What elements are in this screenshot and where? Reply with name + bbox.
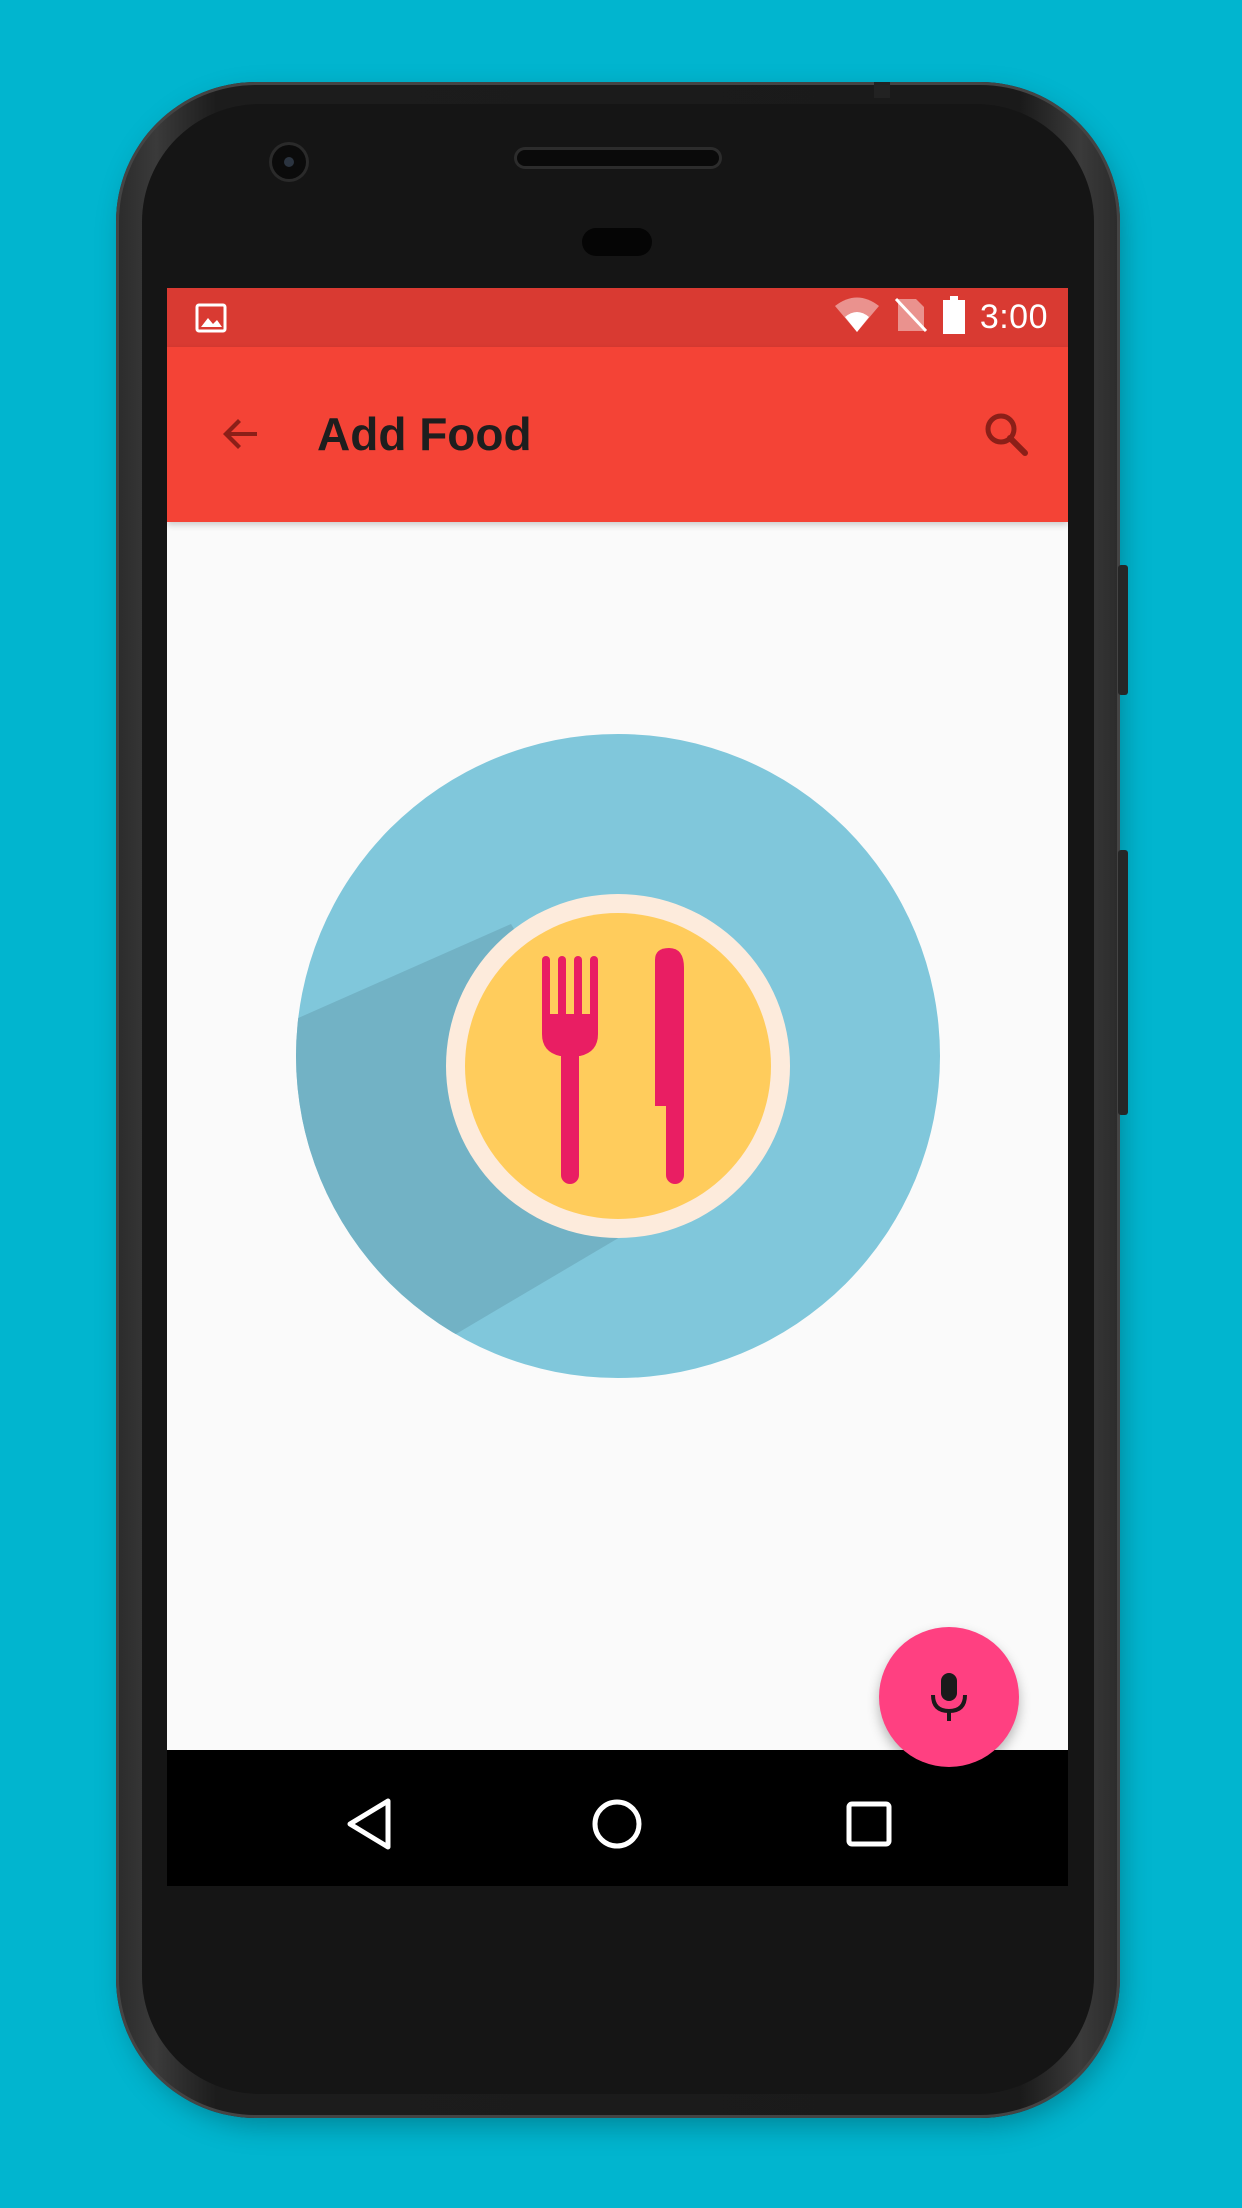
device-screen: 3:00 Add Food bbox=[167, 288, 1068, 1886]
page-title: Add Food bbox=[317, 408, 532, 460]
top-frame-notch bbox=[874, 82, 890, 98]
nav-recents-button[interactable] bbox=[829, 1784, 909, 1864]
back-icon bbox=[347, 1798, 391, 1850]
device-mockup-background: 3:00 Add Food bbox=[0, 0, 1242, 2208]
battery-icon bbox=[942, 296, 966, 339]
back-button[interactable] bbox=[209, 402, 273, 466]
power-button bbox=[1118, 565, 1128, 695]
volume-button bbox=[1118, 850, 1128, 1115]
search-icon bbox=[985, 413, 1028, 456]
main-content bbox=[167, 522, 1068, 1750]
plate-fork-knife-icon bbox=[296, 734, 940, 1378]
voice-input-button[interactable] bbox=[879, 1627, 1019, 1767]
front-camera bbox=[272, 145, 306, 179]
status-icons: 3:00 bbox=[834, 288, 1048, 347]
nav-home-button[interactable] bbox=[577, 1784, 657, 1864]
system-navigation-bar bbox=[167, 1762, 1068, 1886]
recents-icon bbox=[846, 1801, 892, 1847]
status-clock: 3:00 bbox=[979, 298, 1048, 336]
wifi-icon bbox=[834, 297, 880, 338]
no-sim-icon bbox=[894, 297, 928, 338]
app-bar: Add Food bbox=[167, 347, 1068, 522]
microphone-icon bbox=[931, 1673, 967, 1721]
nav-back-button[interactable] bbox=[329, 1784, 409, 1864]
arrow-back-icon bbox=[223, 419, 257, 449]
status-bar: 3:00 bbox=[167, 288, 1068, 347]
proximity-sensor bbox=[582, 228, 652, 256]
earpiece-speaker bbox=[517, 150, 719, 166]
home-icon bbox=[592, 1799, 642, 1849]
image-notification-icon bbox=[195, 302, 227, 339]
search-button[interactable] bbox=[974, 402, 1038, 466]
